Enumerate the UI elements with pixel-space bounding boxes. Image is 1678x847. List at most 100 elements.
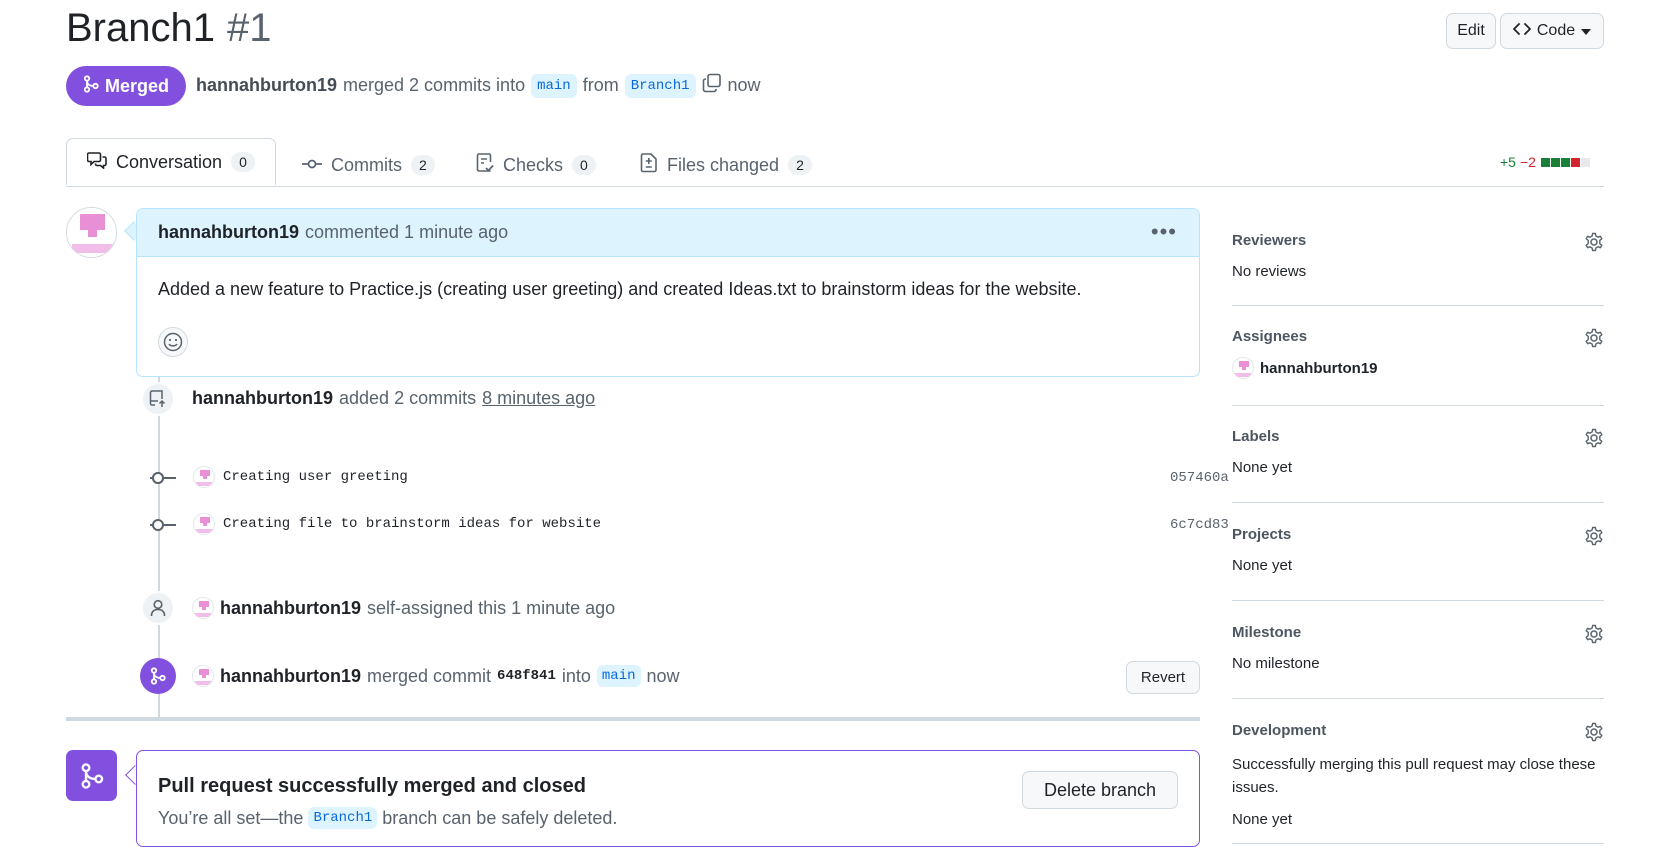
pr-meta-line: hannahburton19 merged 2 commits into mai… (196, 73, 761, 98)
gear-icon[interactable] (1584, 428, 1604, 453)
sidebar-heading[interactable]: Milestone (1232, 624, 1604, 641)
diffstat: +5 −2 (1500, 154, 1590, 170)
event-author[interactable]: hannahburton19 (220, 666, 361, 687)
comment-header: hannahburton19 commented 1 minute ago ••… (137, 209, 1199, 257)
diffstat-blocks (1540, 154, 1590, 170)
development-value: None yet (1232, 811, 1293, 828)
event-author[interactable]: hannahburton19 (192, 388, 333, 409)
tab-files-changed[interactable]: Files changed 2 (640, 144, 812, 186)
person-icon (141, 591, 175, 625)
sidebar-heading[interactable]: Reviewers (1232, 232, 1604, 249)
tab-files-changed-label: Files changed (667, 154, 780, 175)
sidebar-divider (1232, 405, 1604, 406)
edit-button[interactable]: Edit (1446, 13, 1496, 49)
event-action: self-assigned this 1 minute ago (367, 597, 616, 618)
event-time: now (646, 665, 680, 686)
sidebar-projects: Projects None yet (1232, 526, 1604, 576)
base-branch-tag[interactable]: main (531, 73, 577, 98)
merge-status-box: Pull request successfully merged and clo… (136, 750, 1200, 847)
sidebar-milestone: Milestone No milestone (1232, 624, 1604, 674)
projects-value: None yet (1232, 557, 1293, 574)
tab-conversation-label: Conversation (116, 151, 223, 172)
tab-files-changed-count: 2 (788, 155, 812, 175)
merge-commit-sha[interactable]: 648f841 (497, 668, 556, 684)
commit-message[interactable]: Creating file to brainstorm ideas for we… (223, 516, 601, 532)
labels-value: None yet (1232, 459, 1293, 476)
merge-status-subtitle: You’re all set—the Branch1 branch can be… (158, 807, 617, 829)
event-time-link[interactable]: 8 minutes ago (482, 388, 595, 409)
tab-conversation[interactable]: Conversation 0 (66, 138, 276, 185)
comment-discussion-icon (86, 151, 107, 174)
author-link[interactable]: hannahburton19 (196, 75, 337, 96)
tab-commits-count: 2 (411, 155, 435, 175)
list-item: Creating file to brainstorm ideas for we… (193, 513, 601, 535)
copy-icon[interactable] (702, 73, 722, 98)
avatar[interactable] (66, 207, 117, 258)
sidebar-heading[interactable]: Projects (1232, 526, 1604, 543)
sidebar-divider (1232, 698, 1604, 699)
comment-author[interactable]: hannahburton19 (158, 222, 299, 243)
pr-title-text: Branch1 (66, 6, 215, 50)
comment-meta: commented 1 minute ago (305, 222, 509, 242)
assignee-item[interactable]: hannahburton19 (1232, 357, 1604, 379)
merge-sub-suffix: branch can be safely deleted. (382, 807, 618, 828)
commit-dot (152, 519, 164, 531)
head-branch-tag[interactable]: Branch1 (308, 807, 378, 829)
from-text: from (582, 75, 619, 95)
tab-commits-label: Commits (331, 154, 402, 175)
event-author[interactable]: hannahburton19 (220, 598, 361, 619)
into-text: into (561, 665, 591, 686)
tab-checks-count: 0 (572, 155, 596, 175)
avatar[interactable] (192, 665, 214, 687)
gear-icon[interactable] (1584, 232, 1604, 257)
delete-branch-button[interactable]: Delete branch (1022, 771, 1178, 809)
head-branch-tag[interactable]: Branch1 (624, 73, 696, 98)
gear-icon[interactable] (1584, 328, 1604, 353)
tab-checks[interactable]: Checks 0 (476, 144, 596, 186)
merge-action-text: merged 2 commits into (343, 75, 526, 95)
avatar[interactable] (192, 597, 214, 619)
gear-icon[interactable] (1584, 526, 1604, 551)
merge-sub-prefix: You’re all set—the (158, 807, 304, 828)
sidebar-divider (1232, 600, 1604, 601)
checklist-icon (476, 152, 494, 178)
avatar (1232, 357, 1254, 379)
tab-conversation-count: 0 (231, 152, 255, 172)
event-action: merged commit (367, 665, 492, 686)
sidebar-heading[interactable]: Labels (1232, 428, 1604, 445)
sidebar-divider (1232, 305, 1604, 306)
pr-number: #1 (226, 6, 272, 50)
smiley-icon[interactable] (158, 327, 188, 357)
sidebar-divider (1232, 843, 1604, 844)
sidebar-heading[interactable]: Development (1232, 722, 1604, 739)
kebab-horizontal-icon[interactable]: ••• (1151, 219, 1177, 245)
merge-time: now (727, 75, 761, 95)
tab-checks-label: Checks (503, 154, 564, 175)
git-commit-icon (302, 155, 322, 176)
gear-icon[interactable] (1584, 624, 1604, 649)
caret-down-icon (1581, 22, 1592, 40)
sidebar-heading[interactable]: Assignees (1232, 328, 1604, 345)
git-merge-icon (66, 750, 117, 801)
self-assign-event: hannahburton19 self-assigned this 1 minu… (192, 597, 615, 619)
tab-commits[interactable]: Commits 2 (302, 144, 435, 186)
list-item: Creating user greeting (193, 466, 408, 488)
commit-dot (152, 472, 164, 484)
sidebar-labels: Labels None yet (1232, 428, 1604, 478)
sidebar-divider (1232, 502, 1604, 503)
page-title: Branch1 #1 (66, 6, 271, 51)
git-merge-icon (83, 74, 99, 98)
milestone-value: No milestone (1232, 655, 1320, 672)
code-button-label: Code (1536, 22, 1576, 39)
gear-icon[interactable] (1584, 722, 1604, 747)
code-button[interactable]: Code (1500, 13, 1604, 49)
avatar[interactable] (193, 466, 215, 488)
revert-button[interactable]: Revert (1126, 661, 1200, 694)
avatar[interactable] (193, 513, 215, 535)
commit-message[interactable]: Creating user greeting (223, 469, 408, 485)
base-branch-tag[interactable]: main (596, 665, 641, 687)
sidebar-development: Development Successfully merging this pu… (1232, 722, 1604, 832)
commit-sha[interactable]: 6c7cd83 (1170, 517, 1229, 533)
sidebar-reviewers: Reviewers No reviews (1232, 232, 1604, 282)
commit-sha[interactable]: 057460a (1170, 470, 1229, 486)
